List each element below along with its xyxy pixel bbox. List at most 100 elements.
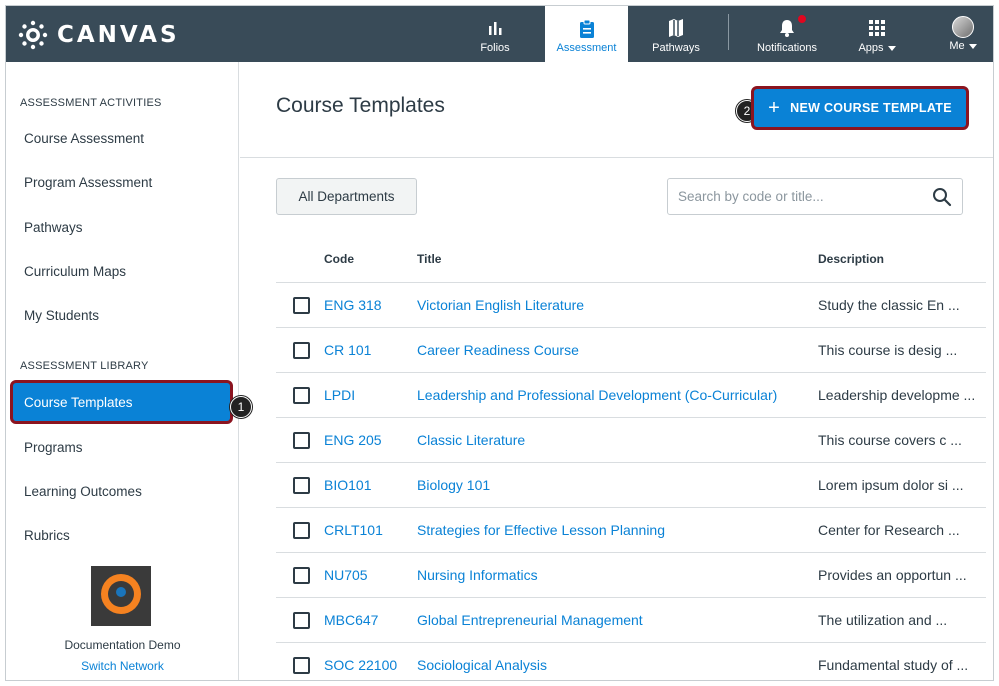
main-content: Course Templates 2 + NEW COURSE TEMPLATE… xyxy=(240,62,993,680)
org-logo-icon xyxy=(101,574,141,622)
organization-logo xyxy=(91,566,151,626)
search-icon[interactable] xyxy=(932,187,952,207)
row-description: The utilization and ... xyxy=(818,612,948,628)
row-title[interactable]: Nursing Informatics xyxy=(417,567,538,583)
nav-assessment[interactable]: Assessment xyxy=(545,6,628,62)
row-code[interactable]: ENG 318 xyxy=(324,297,382,313)
row-title[interactable]: Victorian English Literature xyxy=(417,297,584,313)
row-title[interactable]: Career Readiness Course xyxy=(417,342,579,358)
notification-dot xyxy=(797,14,807,24)
nav-assessment-label: Assessment xyxy=(556,42,617,54)
sidebar-item-pathways[interactable]: Pathways xyxy=(24,220,83,235)
table-row: LPDI Leadership and Professional Develop… xyxy=(276,372,986,417)
organization-name: Documentation Demo xyxy=(64,638,181,652)
clipboard-icon xyxy=(579,18,595,38)
nav-apps[interactable]: Apps xyxy=(855,6,899,62)
row-code[interactable]: CR 101 xyxy=(324,342,371,358)
row-code[interactable]: ENG 205 xyxy=(324,432,382,448)
row-code[interactable]: BIO101 xyxy=(324,477,371,493)
chevron-down-icon xyxy=(887,45,896,51)
row-title[interactable]: Classic Literature xyxy=(417,432,525,448)
row-description: Provides an opportun ... xyxy=(818,567,967,583)
search-input[interactable] xyxy=(668,179,923,214)
new-course-template-button[interactable]: + NEW COURSE TEMPLATE xyxy=(751,86,969,130)
canvas-logo[interactable]: CANVAS xyxy=(18,15,180,55)
row-checkbox[interactable] xyxy=(293,387,310,404)
switch-network-link[interactable]: Switch Network xyxy=(6,659,239,673)
nav-pathways-label: Pathways xyxy=(652,42,700,54)
nav-me-label: Me xyxy=(949,40,977,52)
page-title: Course Templates xyxy=(276,94,445,117)
chevron-down-icon xyxy=(968,43,977,49)
sidebar-item-label: Course Templates xyxy=(24,394,133,410)
row-checkbox[interactable] xyxy=(293,297,310,314)
department-filter-button[interactable]: All Departments xyxy=(276,178,417,215)
row-code[interactable]: LPDI xyxy=(324,387,355,403)
column-header-description: Description xyxy=(818,252,885,266)
row-checkbox[interactable] xyxy=(293,522,310,539)
nav-pathways[interactable]: Pathways xyxy=(646,6,706,62)
sidebar-item-course-assessment[interactable]: Course Assessment xyxy=(24,131,144,146)
nav-notifications[interactable]: Notifications xyxy=(754,6,820,62)
row-title[interactable]: Strategies for Effective Lesson Planning xyxy=(417,522,665,538)
nav-me[interactable]: Me xyxy=(943,6,983,62)
sidebar-item-course-templates[interactable]: Course Templates xyxy=(10,380,233,424)
row-code[interactable]: SOC 22100 xyxy=(324,657,397,673)
sidebar-heading-library: ASSESSMENT LIBRARY xyxy=(20,360,149,372)
row-description: Fundamental study of ... xyxy=(818,657,969,673)
row-code[interactable]: CRLT101 xyxy=(324,522,383,538)
nav-notifications-label: Notifications xyxy=(757,42,817,54)
row-title[interactable]: Global Entrepreneurial Management xyxy=(417,612,643,628)
row-code[interactable]: NU705 xyxy=(324,567,368,583)
canvas-logo-icon xyxy=(18,20,48,50)
row-title[interactable]: Biology 101 xyxy=(417,477,490,493)
plus-icon: + xyxy=(768,97,781,119)
new-course-template-label: NEW COURSE TEMPLATE xyxy=(790,101,952,115)
avatar xyxy=(952,16,974,38)
row-title[interactable]: Sociological Analysis xyxy=(417,657,547,673)
row-checkbox[interactable] xyxy=(293,342,310,359)
table-row: CR 101 Career Readiness Course This cour… xyxy=(276,327,986,372)
row-checkbox[interactable] xyxy=(293,477,310,494)
nav-folios-label: Folios xyxy=(480,42,510,54)
table-row: ENG 205 Classic Literature This course c… xyxy=(276,417,986,462)
sidebar-item-learning-outcomes[interactable]: Learning Outcomes xyxy=(24,484,142,499)
column-header-code: Code xyxy=(324,252,354,266)
row-description: Leadership developme ... xyxy=(818,387,976,403)
row-checkbox[interactable] xyxy=(293,567,310,584)
table-row: BIO101 Biology 101 Lorem ipsum dolor si … xyxy=(276,462,986,507)
row-description: Study the classic En ... xyxy=(818,297,960,313)
map-icon xyxy=(668,18,684,38)
sidebar-item-rubrics[interactable]: Rubrics xyxy=(24,528,70,543)
row-checkbox[interactable] xyxy=(293,432,310,449)
sidebar-item-my-students[interactable]: My Students xyxy=(24,308,99,323)
sidebar-heading-activities: ASSESSMENT ACTIVITIES xyxy=(20,97,162,109)
grid-icon xyxy=(869,18,885,38)
row-description: Center for Research ... xyxy=(818,522,960,538)
bell-icon xyxy=(779,18,795,38)
sidebar-item-curriculum-maps[interactable]: Curriculum Maps xyxy=(24,264,126,279)
sidebar-item-program-assessment[interactable]: Program Assessment xyxy=(24,175,152,190)
row-checkbox[interactable] xyxy=(293,657,310,674)
column-header-title: Title xyxy=(417,252,442,266)
row-checkbox[interactable] xyxy=(293,612,310,629)
table-row: ENG 318 Victorian English Literature Stu… xyxy=(276,282,986,327)
row-code[interactable]: MBC647 xyxy=(324,612,378,628)
nav-folios[interactable]: Folios xyxy=(472,6,518,62)
bar-chart-icon xyxy=(487,18,503,38)
table-row: SOC 22100 Sociological Analysis Fundamen… xyxy=(276,642,986,680)
sidebar: ASSESSMENT ACTIVITIES Course Assessment … xyxy=(6,62,252,680)
row-description: Lorem ipsum dolor si ... xyxy=(818,477,964,493)
row-description: This course covers c ... xyxy=(818,432,962,448)
top-nav-bar: CANVAS Folios Assessment Pathways Notifi… xyxy=(6,6,993,62)
sidebar-item-programs[interactable]: Programs xyxy=(24,440,83,455)
table-row: MBC647 Global Entrepreneurial Management… xyxy=(276,597,986,642)
table-row: NU705 Nursing Informatics Provides an op… xyxy=(276,552,986,597)
row-description: This course is desig ... xyxy=(818,342,958,358)
header-divider xyxy=(240,157,993,158)
search-box xyxy=(667,178,963,215)
nav-apps-label: Apps xyxy=(858,42,896,54)
table-row: CRLT101 Strategies for Effective Lesson … xyxy=(276,507,986,552)
row-title[interactable]: Leadership and Professional Development … xyxy=(417,387,777,403)
nav-divider xyxy=(728,14,729,50)
